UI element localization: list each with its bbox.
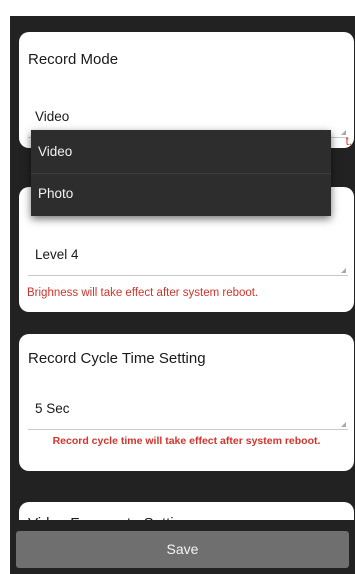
field-underline (28, 275, 348, 276)
dropdown-option-photo[interactable]: Photo (31, 174, 331, 214)
record-mode-hint-tail: t. (345, 136, 352, 148)
dropdown-option-label: Photo (38, 186, 74, 201)
cycle-time-hint: Record cycle time will take effect after… (52, 435, 321, 447)
dropdown-option-label: Video (38, 144, 73, 159)
field-underline (28, 429, 348, 430)
dropdown-corner-icon (341, 268, 346, 273)
cycle-time-card: Record Cycle Time Setting 5 Sec Record c… (19, 334, 354, 471)
brightness-select[interactable]: Level 4 (28, 242, 348, 276)
settings-screen: Record Mode Video t. Level 4 Brighness w… (10, 16, 355, 574)
dropdown-option-video[interactable]: Video (31, 132, 331, 172)
record-mode-value: Video (35, 109, 70, 124)
record-mode-title: Record Mode (28, 51, 119, 68)
record-mode-dropdown: Video Photo (31, 130, 331, 216)
dropdown-corner-icon (341, 422, 346, 427)
brightness-hint: Brighness will take effect after system … (27, 287, 259, 299)
footer-bar: Save (10, 520, 355, 574)
cycle-time-select[interactable]: 5 Sec (28, 396, 348, 430)
brightness-value: Level 4 (35, 247, 79, 262)
save-button[interactable]: Save (16, 531, 349, 568)
cycle-time-value: 5 Sec (35, 401, 70, 416)
cycle-time-title: Record Cycle Time Setting (28, 350, 206, 367)
